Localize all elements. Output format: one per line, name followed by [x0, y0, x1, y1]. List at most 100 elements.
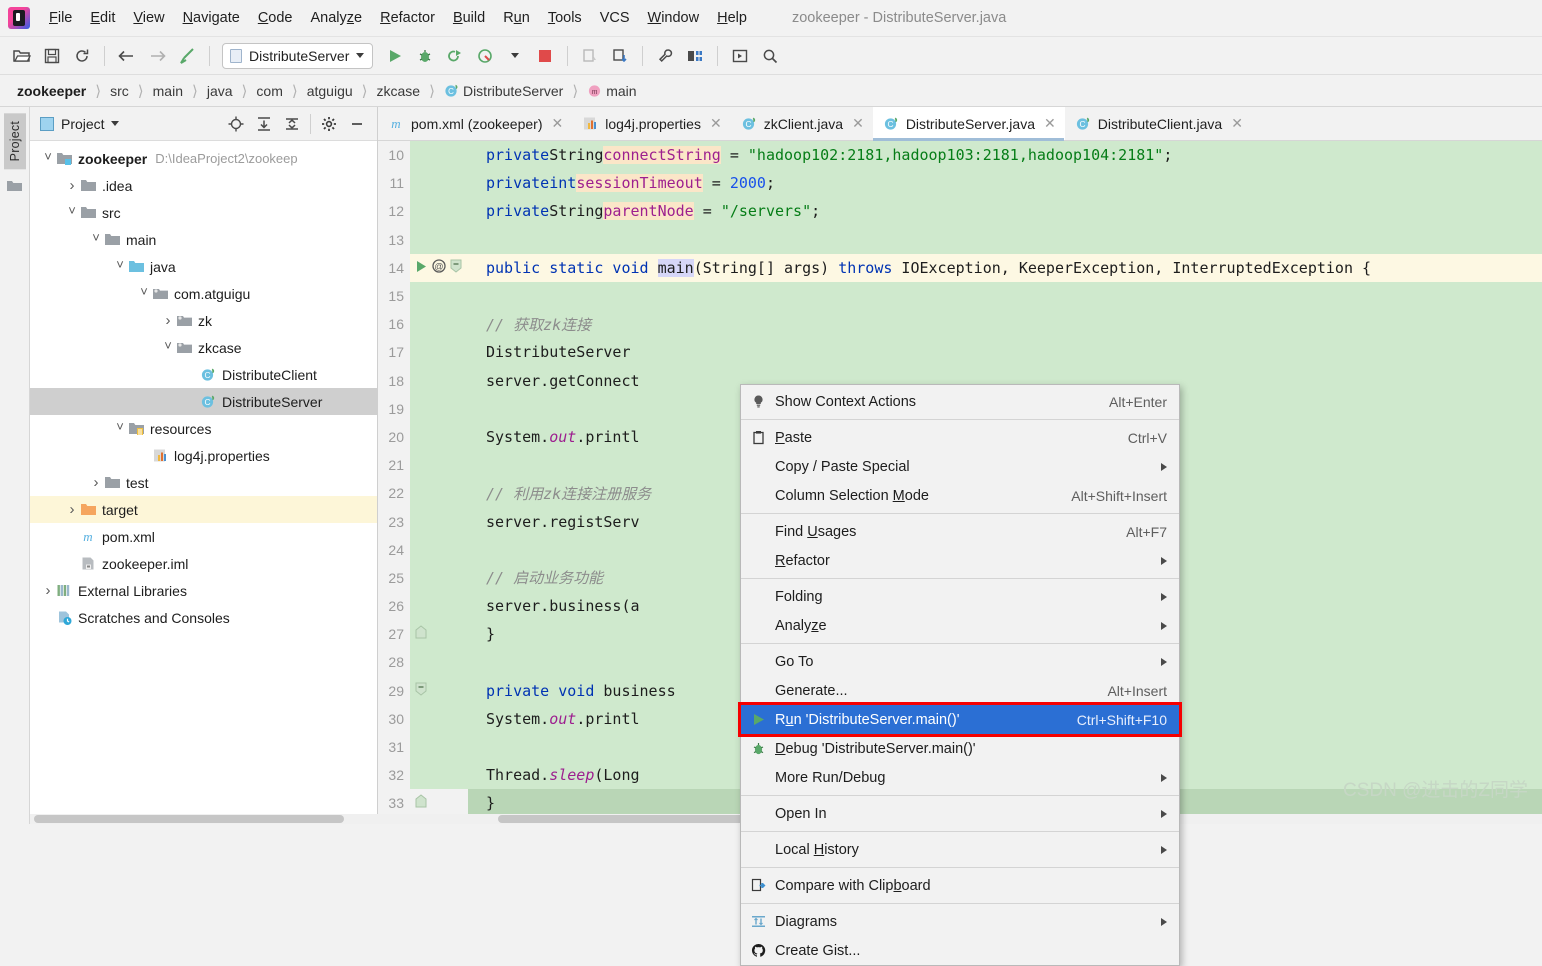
gutter-icons[interactable]: [410, 732, 468, 762]
tree-node--idea[interactable]: › .idea: [30, 172, 377, 199]
menu-navigate[interactable]: Navigate: [174, 6, 249, 30]
gutter-icons[interactable]: [410, 338, 468, 367]
menu-item-create-gist---[interactable]: Create Gist...: [741, 936, 1179, 965]
breadcrumb-item-main[interactable]: m main: [584, 83, 639, 99]
revert-hammer-icon[interactable]: [173, 43, 201, 69]
menu-tools[interactable]: Tools: [539, 6, 591, 30]
menu-item-diagrams[interactable]: Diagrams: [741, 907, 1179, 936]
breadcrumb-item-main[interactable]: main: [150, 83, 186, 99]
breadcrumb-item-zkcase[interactable]: zkcase: [374, 83, 424, 99]
menu-help[interactable]: Help: [708, 6, 756, 30]
run-with-coverage-icon[interactable]: [441, 43, 469, 69]
gutter-icons[interactable]: [410, 535, 468, 564]
fold-icon[interactable]: [415, 682, 427, 700]
locate-icon[interactable]: [224, 112, 248, 136]
project-tree[interactable]: ˅ zookeeper D:\IdeaProject2\zookeep › .i…: [30, 141, 377, 824]
menu-item-copy---paste-special[interactable]: Copy / Paste Special: [741, 452, 1179, 481]
gutter-icons[interactable]: [410, 422, 468, 452]
menu-item-debug--distributeserver-main---[interactable]: Debug 'DistributeServer.main()': [741, 734, 1179, 763]
menu-item-run--distributeserver-main---[interactable]: Run 'DistributeServer.main()' Ctrl+Shift…: [738, 702, 1182, 737]
tree-node-target[interactable]: › target: [30, 496, 377, 523]
menu-file[interactable]: File: [40, 6, 81, 30]
menu-view[interactable]: View: [124, 6, 173, 30]
gutter-icons[interactable]: [410, 761, 468, 790]
tree-node-resources[interactable]: ˅ resources: [30, 415, 377, 442]
minimize-icon[interactable]: [345, 112, 369, 136]
tree-node-pom-xml[interactable]: m pom.xml: [30, 523, 377, 550]
editor-tab-log4j-properties[interactable]: log4j.properties ✕: [572, 107, 730, 140]
close-icon[interactable]: ✕: [1044, 115, 1056, 132]
menu-item-generate---[interactable]: Generate... Alt+Insert: [741, 676, 1179, 705]
fold-icon[interactable]: [450, 259, 462, 277]
expand-all-icon[interactable]: [252, 112, 276, 136]
commit-icon[interactable]: [606, 43, 634, 69]
menu-item-analyze[interactable]: Analyze: [741, 611, 1179, 640]
sync-refresh-icon[interactable]: [68, 43, 96, 69]
editor-context-menu[interactable]: Show Context Actions Alt+Enter Paste Ctr…: [738, 384, 1182, 966]
chevron-down-icon[interactable]: [110, 121, 119, 126]
close-icon[interactable]: ✕: [852, 115, 864, 132]
fold-end-icon[interactable]: [415, 625, 427, 643]
close-icon[interactable]: ✕: [1231, 115, 1243, 132]
folder-icon[interactable]: [6, 179, 23, 196]
profile-dropdown-icon[interactable]: [501, 43, 529, 69]
editor-tab-pom-xml--zookeeper-[interactable]: m pom.xml (zookeeper) ✕: [378, 107, 572, 140]
gutter-icons[interactable]: [410, 479, 468, 508]
editor-tab-distributeclient-java[interactable]: C DistributeClient.java ✕: [1065, 107, 1252, 140]
project-structure-icon[interactable]: [681, 43, 709, 69]
tree-node-test[interactable]: › test: [30, 469, 377, 496]
tree-node-zk[interactable]: › zk: [30, 307, 377, 334]
menu-window[interactable]: Window: [639, 6, 709, 30]
tree-node-com-atguigu[interactable]: ˅ com.atguigu: [30, 280, 377, 307]
project-horizontal-scrollbar[interactable]: [30, 814, 378, 824]
menu-analyze[interactable]: Analyze: [302, 6, 372, 30]
menu-item-compare-with-clipboard[interactable]: Compare with Clipboard: [741, 871, 1179, 900]
editor-tab-zkclient-java[interactable]: C zkClient.java ✕: [731, 107, 873, 140]
gutter-icons[interactable]: [410, 451, 468, 480]
settings-wrench-icon[interactable]: [651, 43, 679, 69]
breadcrumb-item-zookeeper[interactable]: zookeeper: [14, 83, 89, 99]
breadcrumb-item-distributeserver[interactable]: C DistributeServer: [441, 83, 566, 99]
gutter-icons[interactable]: [410, 169, 468, 198]
select-in-icon[interactable]: [726, 43, 754, 69]
menu-item-more-run-debug[interactable]: More Run/Debug: [741, 763, 1179, 792]
editor-tab-distributeserver-java[interactable]: C DistributeServer.java ✕: [872, 107, 1065, 141]
gutter-icons[interactable]: [410, 197, 468, 226]
open-project-icon[interactable]: [8, 43, 36, 69]
back-arrow-icon[interactable]: [113, 43, 141, 69]
menu-item-folding[interactable]: Folding: [741, 582, 1179, 611]
gutter-icons[interactable]: [410, 141, 468, 170]
override-icon[interactable]: @: [432, 259, 446, 277]
run-gutter-icon[interactable]: [415, 259, 428, 277]
menu-item-find-usages[interactable]: Find Usages Alt+F7: [741, 517, 1179, 546]
tree-node-zookeeper[interactable]: ˅ zookeeper D:\IdeaProject2\zookeep: [30, 145, 377, 172]
gutter-icons[interactable]: [410, 225, 468, 254]
gutter-icons[interactable]: [410, 366, 468, 395]
menu-item-local-history[interactable]: Local History: [741, 835, 1179, 864]
gutter-icons[interactable]: [410, 620, 468, 649]
tree-node-log4j-properties[interactable]: log4j.properties: [30, 442, 377, 469]
menu-item-column-selection-mode[interactable]: Column Selection Mode Alt+Shift+Insert: [741, 481, 1179, 510]
update-project-icon[interactable]: [576, 43, 604, 69]
gutter-icons[interactable]: [410, 394, 468, 423]
forward-arrow-icon[interactable]: [143, 43, 171, 69]
menu-item-go-to[interactable]: Go To: [741, 647, 1179, 676]
menu-refactor[interactable]: Refactor: [371, 6, 444, 30]
stop-icon[interactable]: [531, 43, 559, 69]
gutter-icons[interactable]: [410, 310, 468, 339]
gutter-icons[interactable]: [410, 592, 468, 621]
tree-node-scratches-and-consoles[interactable]: Scratches and Consoles: [30, 604, 377, 631]
gutter-icons[interactable]: [410, 507, 468, 536]
menu-item-paste[interactable]: Paste Ctrl+V: [741, 423, 1179, 452]
breadcrumb-item-com[interactable]: com: [253, 83, 285, 99]
tree-node-java[interactable]: ˅ java: [30, 253, 377, 280]
gutter-icons[interactable]: [410, 648, 468, 677]
run-configuration-selector[interactable]: DistributeServer: [222, 42, 374, 69]
run-icon[interactable]: [381, 43, 409, 69]
breadcrumb-item-atguigu[interactable]: atguigu: [304, 83, 356, 99]
close-icon[interactable]: ✕: [710, 115, 722, 132]
tree-node-distributeclient[interactable]: C DistributeClient: [30, 361, 377, 388]
tree-node-main[interactable]: ˅ main: [30, 226, 377, 253]
tree-node-src[interactable]: ˅ src: [30, 199, 377, 226]
menu-run[interactable]: Run: [494, 6, 539, 30]
